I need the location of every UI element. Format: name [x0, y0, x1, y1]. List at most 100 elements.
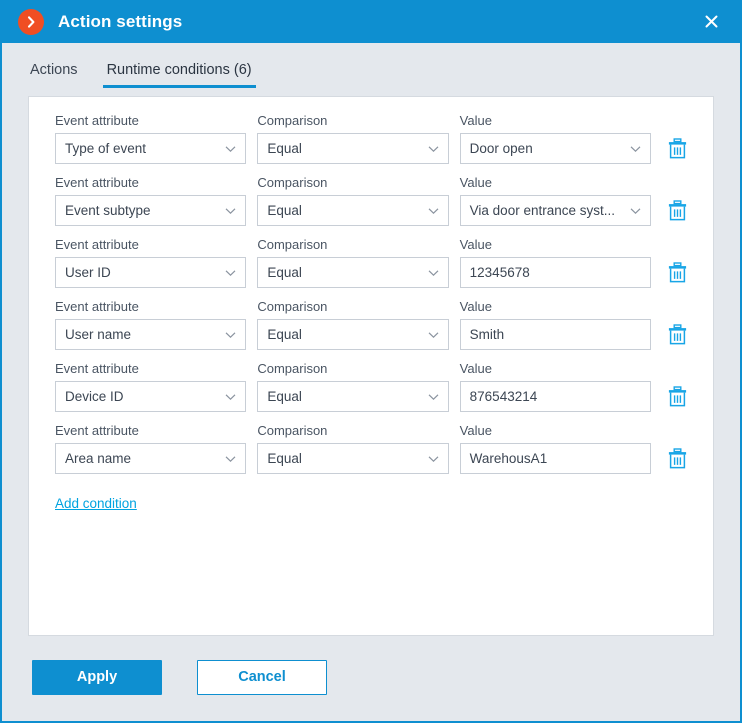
event-attribute-select[interactable]: Type of event	[55, 133, 247, 164]
value-input[interactable]: WarehousA1	[459, 443, 651, 474]
delete-condition-button[interactable]	[665, 319, 691, 350]
close-icon	[705, 15, 717, 28]
comparison-select[interactable]: Equal	[257, 319, 449, 350]
page-title: Action settings	[58, 11, 183, 31]
comparison-field: Comparison Equal	[257, 361, 449, 412]
comparison-label: Comparison	[257, 113, 328, 128]
event-attribute-label: Event attribute	[55, 423, 139, 438]
content-area: Event attribute Type of event Comparison…	[2, 88, 740, 636]
comparison-select[interactable]: Equal	[257, 443, 449, 474]
event-attribute-label: Event attribute	[55, 113, 139, 128]
condition-row: Event attribute User name Comparison Equ…	[55, 299, 691, 350]
value-label: Value	[459, 175, 492, 190]
trash-icon	[669, 324, 687, 345]
comparison-select[interactable]: Equal	[257, 133, 449, 164]
comparison-label: Comparison	[257, 361, 328, 376]
tab-bar: Actions Runtime conditions (6)	[2, 43, 740, 88]
value-field: Value Smith	[459, 299, 651, 350]
event-attribute-value: Type of event	[65, 141, 147, 156]
condition-row: Event attribute Type of event Comparison…	[55, 113, 691, 164]
value-text: Smith	[469, 327, 505, 342]
value-field: Value Door open	[459, 113, 651, 164]
comparison-value: Equal	[267, 141, 302, 156]
event-attribute-field: Event attribute Area name	[55, 423, 247, 474]
comparison-select[interactable]: Equal	[257, 257, 449, 288]
condition-row: Event attribute User ID Comparison Equal	[55, 237, 691, 288]
event-attribute-field: Event attribute User name	[55, 299, 247, 350]
close-button[interactable]	[690, 0, 732, 43]
value-input[interactable]: Smith	[459, 319, 651, 350]
comparison-value: Equal	[267, 451, 302, 466]
delete-condition-button[interactable]	[665, 195, 691, 226]
event-attribute-label: Event attribute	[55, 299, 139, 314]
value-select[interactable]: Door open	[459, 133, 651, 164]
add-condition-link[interactable]: Add condition	[55, 496, 137, 511]
delete-condition-button[interactable]	[665, 257, 691, 288]
cancel-button[interactable]: Cancel	[197, 659, 327, 695]
comparison-field: Comparison Equal	[257, 113, 449, 164]
value-label: Value	[459, 423, 492, 438]
conditions-panel: Event attribute Type of event Comparison…	[28, 96, 714, 636]
value-text: WarehousA1	[469, 451, 548, 466]
tab-actions[interactable]: Actions	[26, 62, 82, 88]
value-field: Value 876543214	[459, 361, 651, 412]
value-input[interactable]: 876543214	[459, 381, 651, 412]
delete-condition-button[interactable]	[665, 443, 691, 474]
event-attribute-field: Event attribute Type of event	[55, 113, 247, 164]
event-attribute-value: Event subtype	[65, 203, 151, 218]
comparison-field: Comparison Equal	[257, 423, 449, 474]
event-attribute-value: User ID	[65, 265, 111, 280]
value-text: Via door entrance syst...	[469, 203, 615, 218]
value-text: Door open	[469, 141, 533, 156]
event-attribute-field: Event attribute Event subtype	[55, 175, 247, 226]
event-attribute-select[interactable]: Event subtype	[55, 195, 247, 226]
value-text: 12345678	[469, 265, 530, 280]
action-settings-dialog: Action settings Actions Runtime conditio…	[0, 0, 742, 723]
comparison-field: Comparison Equal	[257, 299, 449, 350]
value-select[interactable]: Via door entrance syst...	[459, 195, 651, 226]
tab-runtime-conditions[interactable]: Runtime conditions (6)	[102, 62, 256, 88]
comparison-label: Comparison	[257, 237, 328, 252]
apply-button[interactable]: Apply	[32, 659, 162, 695]
delete-condition-button[interactable]	[665, 133, 691, 164]
trash-icon	[669, 262, 687, 283]
comparison-label: Comparison	[257, 423, 328, 438]
event-attribute-select[interactable]: User ID	[55, 257, 247, 288]
chevron-right-circle-icon	[18, 8, 44, 35]
value-label: Value	[459, 113, 492, 128]
event-attribute-value: User name	[65, 327, 132, 342]
trash-icon	[669, 138, 687, 159]
comparison-select[interactable]: Equal	[257, 381, 449, 412]
comparison-value: Equal	[267, 203, 302, 218]
comparison-field: Comparison Equal	[257, 175, 449, 226]
event-attribute-field: Event attribute User ID	[55, 237, 247, 288]
trash-icon	[669, 448, 687, 469]
value-field: Value 12345678	[459, 237, 651, 288]
event-attribute-field: Event attribute Device ID	[55, 361, 247, 412]
value-text: 876543214	[469, 389, 538, 404]
condition-row: Event attribute Event subtype Comparison…	[55, 175, 691, 226]
comparison-value: Equal	[267, 327, 302, 342]
event-attribute-select[interactable]: User name	[55, 319, 247, 350]
trash-icon	[669, 200, 687, 221]
title-bar: Action settings	[2, 0, 740, 43]
event-attribute-label: Event attribute	[55, 361, 139, 376]
event-attribute-value: Area name	[65, 451, 132, 466]
value-label: Value	[459, 237, 492, 252]
event-attribute-value: Device ID	[65, 389, 124, 404]
value-input[interactable]: 12345678	[459, 257, 651, 288]
comparison-select[interactable]: Equal	[257, 195, 449, 226]
value-label: Value	[459, 299, 492, 314]
event-attribute-select[interactable]: Device ID	[55, 381, 247, 412]
comparison-label: Comparison	[257, 175, 328, 190]
event-attribute-label: Event attribute	[55, 175, 139, 190]
delete-condition-button[interactable]	[665, 381, 691, 412]
value-field: Value WarehousA1	[459, 423, 651, 474]
event-attribute-select[interactable]: Area name	[55, 443, 247, 474]
comparison-value: Equal	[267, 265, 302, 280]
comparison-label: Comparison	[257, 299, 328, 314]
comparison-field: Comparison Equal	[257, 237, 449, 288]
condition-row: Event attribute Device ID Comparison Equ…	[55, 361, 691, 412]
condition-row: Event attribute Area name Comparison Equ…	[55, 423, 691, 474]
trash-icon	[669, 386, 687, 407]
